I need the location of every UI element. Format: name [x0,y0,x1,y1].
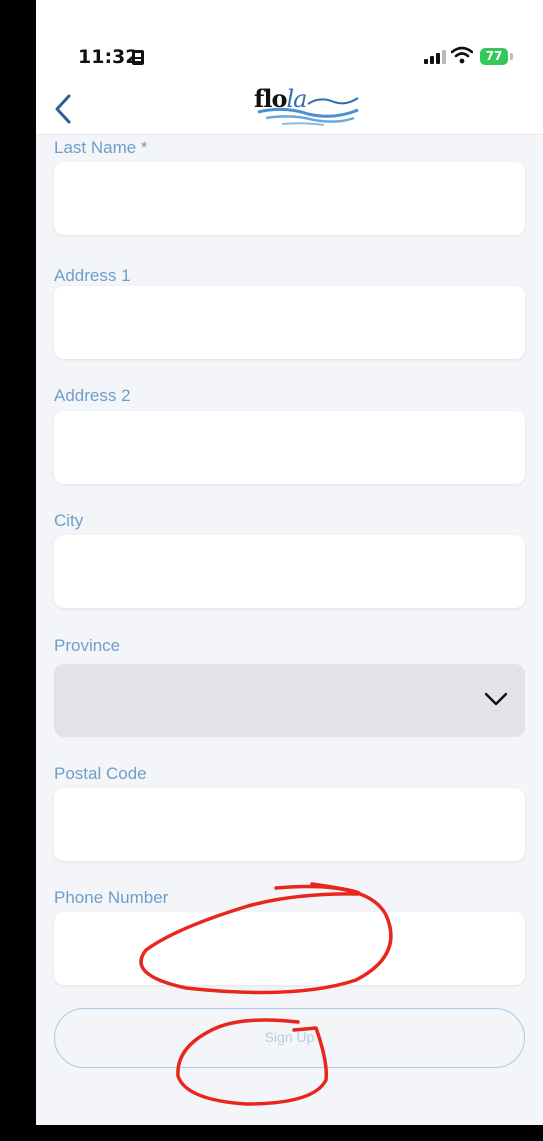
postal-code-label: Postal Code [54,764,147,783]
phone-number-input[interactable] [54,912,525,985]
city-label: City [54,511,84,530]
address2-input[interactable] [54,411,525,484]
back-chevron-icon[interactable] [52,92,74,126]
province-select[interactable] [54,664,525,737]
cellular-signal-icon [424,50,446,64]
chevron-down-icon [484,692,508,706]
address1-label: Address 1 [54,266,131,285]
address1-input[interactable] [54,286,525,359]
phone-screen: 11:32 77 flola Last Name * Address 1 Add… [36,0,543,1125]
last-name-label: Last Name * [54,138,148,157]
sign-up-button[interactable]: Sign Up [54,1008,525,1068]
flolaw-logo: flola [254,84,364,130]
status-time: 11:32 [78,46,139,68]
postal-code-input[interactable] [54,788,525,861]
logo-waves-icon [257,97,359,126]
phone-number-label: Phone Number [54,888,169,907]
battery-tip [510,53,513,60]
battery-icon: 77 [480,48,508,65]
last-name-input[interactable] [54,162,525,235]
id-card-icon [132,50,144,65]
city-input[interactable] [54,535,525,608]
nav-bar: flola [36,74,543,135]
address2-label: Address 2 [54,386,131,405]
wifi-icon [451,46,473,64]
province-label: Province [54,636,121,655]
